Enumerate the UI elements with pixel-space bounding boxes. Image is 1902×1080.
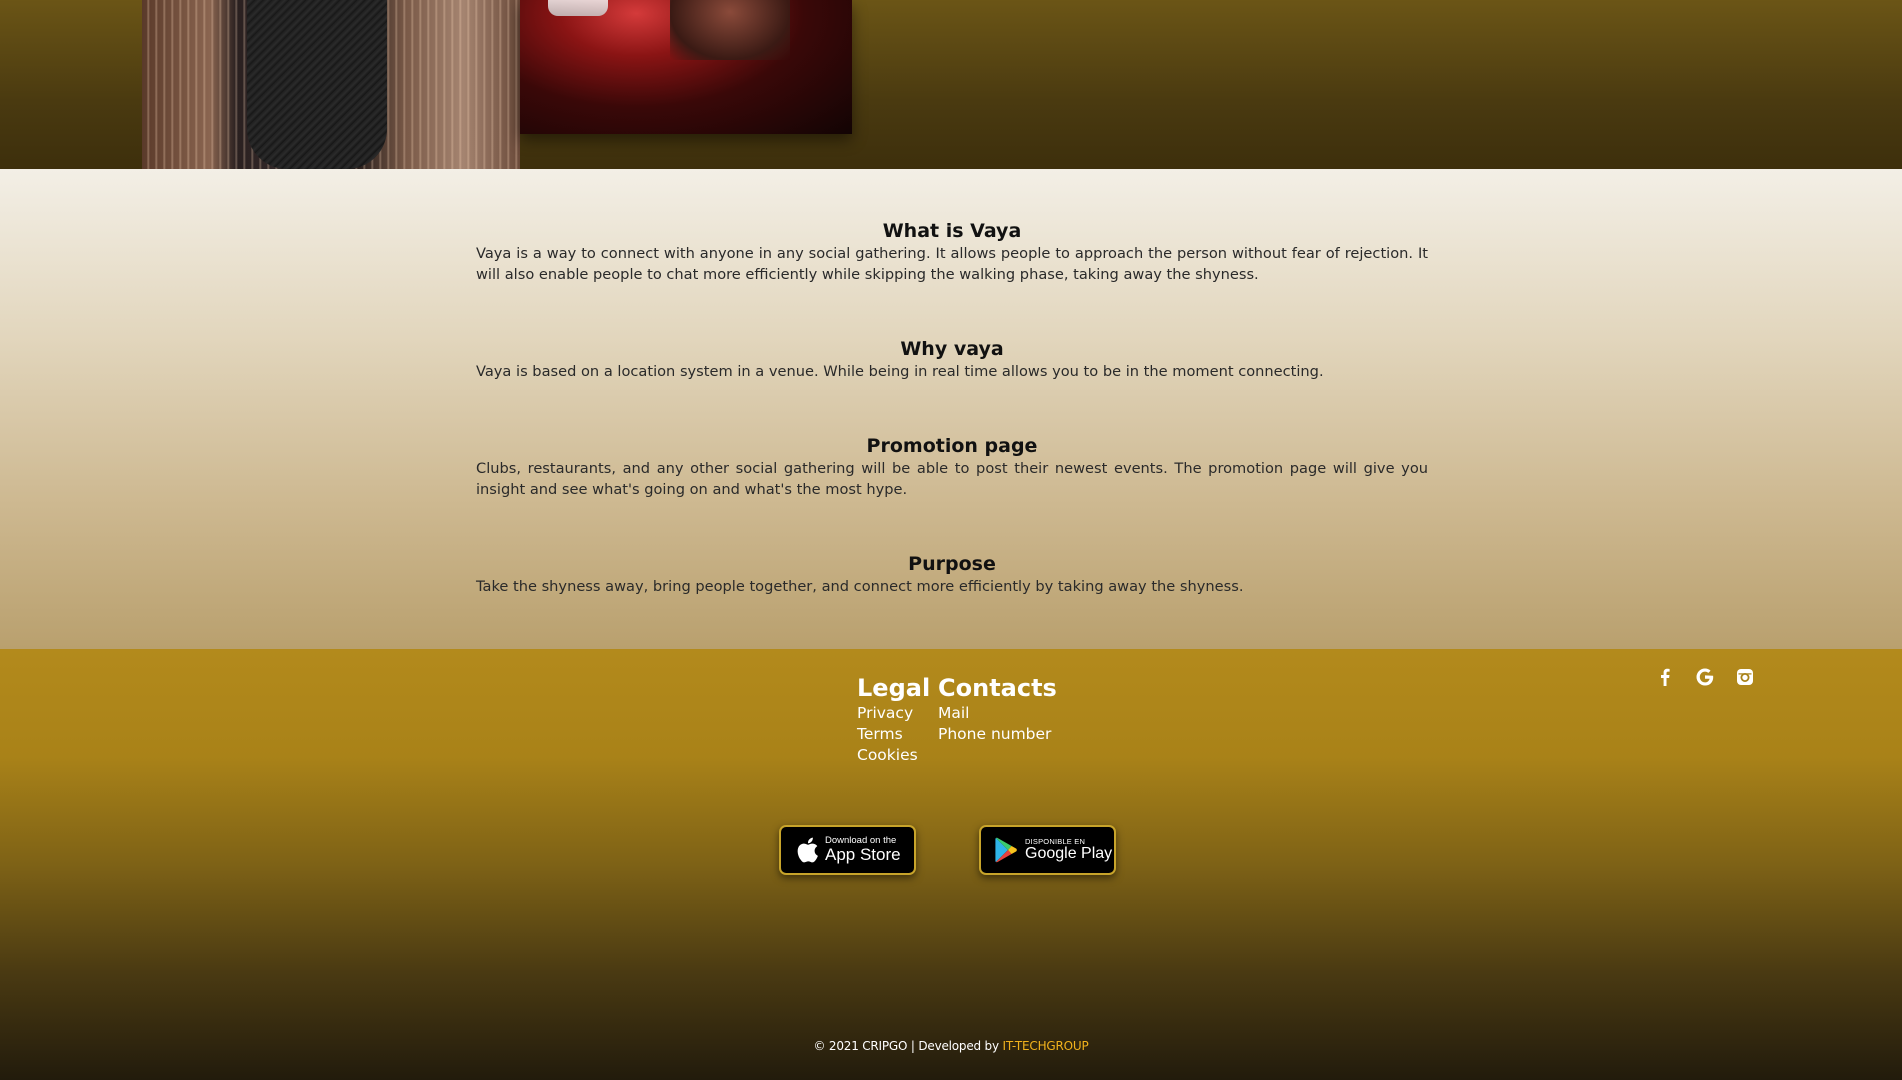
about-section: What is Vaya Vaya is a way to connect wi…: [0, 169, 1902, 649]
section-text: Vaya is based on a location system in a …: [476, 363, 1324, 380]
section-text: Take the shyness away, bring people toge…: [476, 578, 1244, 595]
apple-icon: [789, 836, 825, 864]
privacy-link[interactable]: Privacy: [857, 703, 930, 724]
terms-link[interactable]: Terms: [857, 724, 930, 745]
section-what-is-vaya: What is Vaya Vaya is a way to connect wi…: [476, 219, 1428, 285]
phone-number-link[interactable]: Phone number: [938, 724, 1057, 745]
google-play-badge[interactable]: DISPONIBLE EN Google Play: [979, 825, 1116, 875]
section-purpose: Purpose Take the shyness away, bring peo…: [476, 552, 1428, 597]
google-icon[interactable]: [1695, 667, 1715, 687]
legal-heading: Legal: [857, 674, 931, 702]
copyright-text: © 2021 CRIPGO | Developed by: [813, 1039, 999, 1053]
instagram-icon[interactable]: [1735, 667, 1755, 687]
app-store-label: App Store: [825, 845, 901, 865]
developer-link[interactable]: IT-TECHGROUP: [1003, 1039, 1089, 1053]
section-text: Clubs, restaurants, and any other social…: [476, 460, 1428, 498]
section-title: What is Vaya: [882, 220, 1022, 242]
cookies-link[interactable]: Cookies: [857, 745, 930, 766]
section-title: Why vaya: [900, 338, 1004, 360]
copyright: © 2021 CRIPGO | Developed by IT-TECHGROU…: [0, 1039, 1902, 1053]
social-links: [1655, 667, 1755, 687]
app-store-badge[interactable]: Download on the App Store: [779, 825, 916, 875]
section-promotion-page: Promotion page Clubs, restaurants, and a…: [476, 434, 1428, 500]
section-title: Promotion page: [866, 435, 1038, 457]
facebook-icon[interactable]: [1655, 667, 1675, 687]
google-play-icon: [989, 837, 1025, 863]
google-play-label: Google Play: [1025, 844, 1113, 862]
section-text: Vaya is a way to connect with anyone in …: [476, 245, 1428, 283]
hero-banner: [0, 0, 1902, 169]
hero-photo-left: [142, 0, 520, 169]
contacts-heading: Contacts: [938, 674, 1057, 702]
hero-photo-right: [520, 0, 852, 134]
section-why-vaya: Why vaya Vaya is based on a location sys…: [476, 337, 1428, 382]
footer-contacts: Contacts Mail Phone number: [938, 673, 1057, 745]
footer-legal: Legal Privacy Terms Cookies: [857, 673, 930, 766]
section-title: Purpose: [908, 553, 996, 575]
mail-link[interactable]: Mail: [938, 703, 1057, 724]
footer: Legal Privacy Terms Cookies Contacts Mai…: [0, 649, 1902, 1080]
